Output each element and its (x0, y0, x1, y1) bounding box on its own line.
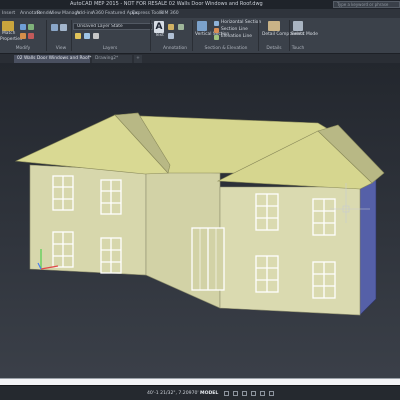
tab-add-ins[interactable]: Add-ins (76, 9, 93, 18)
dimension-icon[interactable] (168, 24, 174, 30)
search-input[interactable]: Type a keyword or phrase (333, 1, 400, 8)
model-space-button[interactable]: MODEL (200, 390, 218, 397)
right-wing-side-wall (359, 178, 377, 316)
polar-icon[interactable] (251, 391, 256, 396)
touch-group-label: Touch (291, 46, 305, 51)
section-elevation-group-label: Section & Elevation (204, 46, 248, 51)
ortho-icon[interactable] (242, 391, 247, 396)
layer-lock-icon[interactable] (93, 33, 99, 39)
view-cube-icon[interactable] (51, 24, 58, 31)
autocad-window: AutoCAD MEP 2015 - NOT FOR RESALE 02 Wal… (0, 0, 400, 400)
ribbon-separator (192, 20, 193, 51)
ribbon-tab-bar: Insert Annotate Render View Manage Add-i… (0, 9, 400, 18)
view-group-label: View (55, 46, 67, 51)
ribbon-separator (258, 20, 259, 51)
cursor-coordinates: 40'-1 21/32", 7.20970' (147, 391, 199, 396)
house-model (0, 63, 400, 385)
properties-label: Properties (0, 37, 23, 42)
ribbon-separator (46, 20, 47, 51)
section-line-label[interactable]: Section Line (221, 27, 248, 33)
select-mode-icon[interactable] (293, 21, 303, 31)
osnap-icon[interactable] (260, 391, 265, 396)
erase-icon[interactable] (28, 33, 34, 39)
ribbon-separator (71, 20, 72, 51)
tab-view[interactable]: View (50, 9, 61, 18)
elevation-line-icon[interactable] (214, 35, 219, 40)
ribbon-separator (150, 20, 151, 51)
match-properties-icon[interactable] (2, 21, 14, 31)
tab-bim-360[interactable]: BIM 360 (160, 9, 179, 18)
select-mode-label[interactable]: Select Mode (291, 32, 318, 38)
modify-group-label: Modify (15, 46, 31, 51)
layer-bulb-icon[interactable] (75, 33, 81, 39)
text-icon[interactable]: A (154, 21, 164, 33)
grid-icon[interactable] (224, 391, 229, 396)
detail-components-icon[interactable] (268, 21, 280, 31)
left-wing-front-wall (29, 164, 147, 276)
leader-icon[interactable] (168, 33, 174, 39)
model-viewport[interactable] (0, 63, 400, 385)
tab-a360[interactable]: A360 (92, 9, 104, 18)
right-wing-front-wall (219, 186, 361, 316)
copy-icon[interactable] (28, 24, 34, 30)
horizontal-section-icon[interactable] (214, 21, 219, 26)
window-title: AutoCAD MEP 2015 - NOT FOR RESALE 02 Wal… (70, 1, 263, 7)
section-line-icon[interactable] (214, 28, 219, 33)
layers-group-label: Layers (102, 46, 118, 51)
front-door (191, 227, 225, 291)
table-icon[interactable] (178, 24, 184, 30)
status-bar: 40'-1 21/32", 7.20970' MODEL (0, 385, 400, 400)
layer-state-select[interactable]: Unsaved Layer State (73, 23, 153, 30)
tab-insert[interactable]: Insert (2, 9, 15, 18)
details-group-label: Details (266, 46, 282, 51)
annotation-group-label: Annotation (162, 46, 188, 51)
snap-icon[interactable] (233, 391, 238, 396)
ribbon-panel: Match Properties Modify View Unsaved Lay… (0, 18, 400, 54)
elevation-line-label[interactable]: Elevation Line (221, 34, 252, 40)
title-bar: AutoCAD MEP 2015 - NOT FOR RESALE 02 Wal… (0, 0, 400, 9)
isodraft-icon[interactable] (269, 391, 274, 396)
tab-express-tools[interactable]: Express Tools (132, 9, 163, 18)
doc-tab-active[interactable]: 02 Walls Door Windows and Roof* (14, 55, 91, 63)
vertical-section-icon[interactable] (197, 21, 207, 31)
document-tab-bar: 02 Walls Door Windows and Roof* Drawing2… (0, 54, 400, 63)
text-label: Text (155, 33, 164, 38)
doc-tab-drawing2[interactable]: Drawing2* (92, 55, 132, 63)
visual-style-icon[interactable] (60, 24, 67, 31)
rotate-icon[interactable] (20, 33, 26, 39)
layer-freeze-icon[interactable] (84, 33, 90, 39)
command-line[interactable] (0, 378, 400, 385)
horizontal-section-label[interactable]: Horizontal Section (221, 20, 261, 26)
new-tab-icon[interactable]: + (134, 55, 142, 63)
move-icon[interactable] (20, 24, 26, 30)
